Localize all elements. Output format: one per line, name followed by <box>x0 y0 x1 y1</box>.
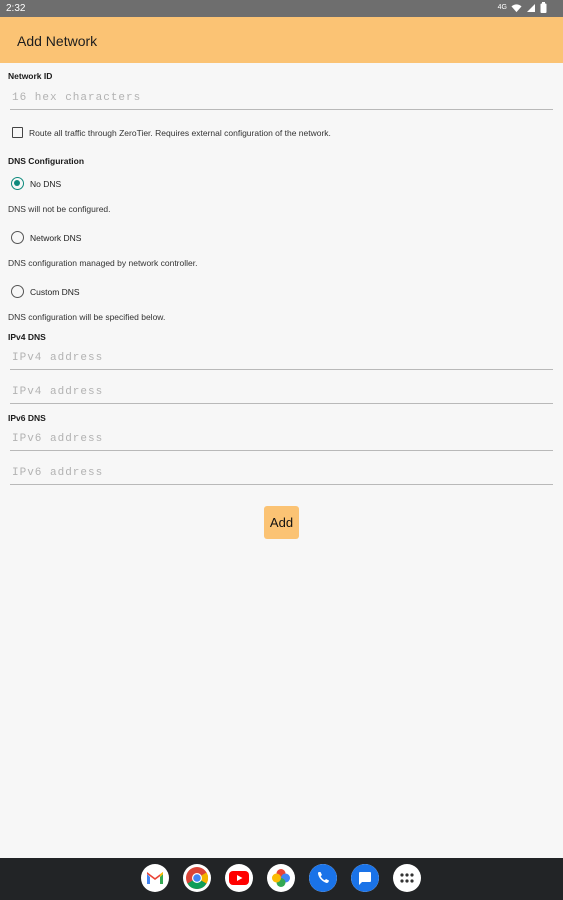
signal-icon <box>527 3 535 12</box>
custom-dns-description: DNS configuration will be specified belo… <box>8 312 166 322</box>
route-all-checkbox[interactable] <box>12 127 23 138</box>
battery-icon <box>540 2 547 13</box>
status-time: 2:32 <box>6 3 26 14</box>
status-icons: 4G <box>498 2 547 13</box>
app-drawer-icon[interactable] <box>393 864 421 892</box>
youtube-icon[interactable] <box>225 864 253 892</box>
ipv4-dns-input-1[interactable] <box>10 346 553 370</box>
radio-custom-dns-label: Custom DNS <box>30 286 80 297</box>
ipv6-dns-input-2[interactable] <box>10 461 553 485</box>
radio-no-dns[interactable]: No DNS <box>11 177 61 190</box>
messages-icon[interactable] <box>351 864 379 892</box>
route-all-label: Route all traffic through ZeroTier. Requ… <box>29 127 331 138</box>
app-dock <box>141 864 421 892</box>
route-all-row[interactable]: Route all traffic through ZeroTier. Requ… <box>12 127 331 138</box>
ipv6-dns-label: IPv6 DNS <box>8 413 46 423</box>
network-id-label: Network ID <box>8 71 53 81</box>
radio-no-dns-label: No DNS <box>30 178 62 189</box>
gmail-icon[interactable] <box>141 864 169 892</box>
radio-no-dns-button[interactable] <box>11 177 24 190</box>
network-dns-description: DNS configuration managed by network con… <box>8 258 198 268</box>
ipv4-dns-input-2[interactable] <box>10 380 553 404</box>
chrome-icon[interactable] <box>183 864 211 892</box>
status-bar: 2:32 4G <box>0 0 563 17</box>
dns-config-heading: DNS Configuration <box>8 156 85 166</box>
radio-custom-dns-button[interactable] <box>11 285 24 298</box>
radio-network-dns-label: Network DNS <box>30 232 82 243</box>
add-button[interactable]: Add <box>264 506 299 539</box>
phone-icon[interactable] <box>309 864 337 892</box>
radio-custom-dns[interactable]: Custom DNS <box>11 285 80 298</box>
radio-network-dns[interactable]: Network DNS <box>11 231 81 244</box>
network-type: 4G <box>497 4 507 11</box>
photos-icon[interactable] <box>267 864 295 892</box>
radio-network-dns-button[interactable] <box>11 231 24 244</box>
wifi-icon <box>511 3 522 12</box>
network-id-input[interactable] <box>10 86 553 110</box>
no-dns-description: DNS will not be configured. <box>8 204 111 214</box>
ipv6-dns-input-1[interactable] <box>10 427 553 451</box>
ipv4-dns-label: IPv4 DNS <box>8 332 46 342</box>
app-bar: Add Network <box>0 17 563 63</box>
page-title: Add Network <box>17 33 98 49</box>
